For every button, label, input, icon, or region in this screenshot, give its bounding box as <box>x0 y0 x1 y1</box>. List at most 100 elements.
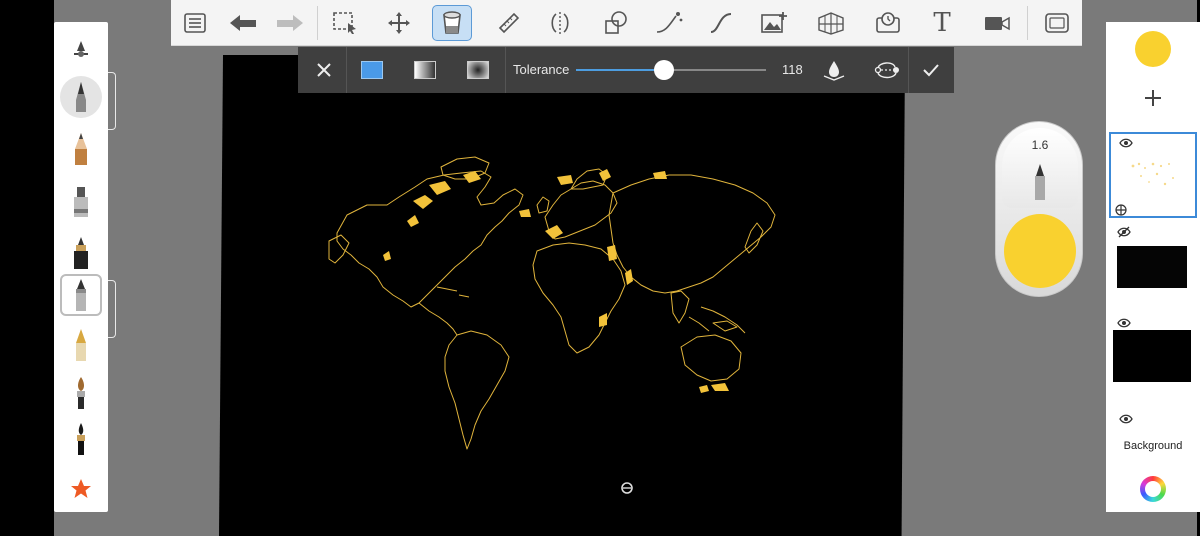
south-america-outline <box>444 330 510 450</box>
tolerance-slider-fill <box>576 69 664 71</box>
north-america-outline <box>336 170 524 308</box>
brush-palette <box>54 22 108 512</box>
fill-hudson-patch <box>407 215 419 227</box>
radial-gradient-button[interactable] <box>462 47 494 93</box>
ruler-button[interactable] <box>489 5 529 41</box>
current-color-swatch[interactable] <box>1135 31 1171 67</box>
sample-layer-button[interactable] <box>816 47 852 93</box>
s-curve-icon <box>710 13 732 33</box>
fill-arctic-islands <box>429 181 451 195</box>
palette-tab-top[interactable] <box>108 72 116 130</box>
solid-fill-button[interactable] <box>356 47 388 93</box>
record-button[interactable] <box>977 5 1017 41</box>
brush-ballpoint[interactable] <box>60 274 102 316</box>
layer-dark-map[interactable] <box>1109 222 1197 308</box>
eye-icon[interactable] <box>1117 318 1131 328</box>
pencil-active-icon <box>76 82 86 112</box>
favorites-star-icon <box>71 479 91 498</box>
ballpoint-pen-icon <box>76 279 86 311</box>
symmetry-icon <box>551 12 569 34</box>
selection-button[interactable] <box>325 5 365 41</box>
layer-thumbnail <box>1113 330 1191 382</box>
brush-pencil-active[interactable] <box>60 76 102 118</box>
layer-background[interactable]: Background <box>1109 406 1197 462</box>
add-image-icon <box>761 12 787 33</box>
timelapse-button[interactable] <box>868 5 908 41</box>
eye-hidden-icon[interactable] <box>1117 226 1131 238</box>
fill-options-bar: Tolerance 118 <box>298 47 954 93</box>
selection-icon <box>333 12 356 34</box>
puck-color-swatch[interactable] <box>1004 214 1076 288</box>
symmetry-button[interactable] <box>540 5 580 41</box>
tolerance-slider[interactable] <box>576 60 766 80</box>
brush-marker[interactable] <box>60 180 102 222</box>
brush-airbrush[interactable] <box>60 232 102 274</box>
eye-icon[interactable] <box>1119 138 1133 148</box>
fullscreen-button[interactable] <box>1037 5 1077 41</box>
australia-outline <box>680 334 742 382</box>
transform-button[interactable] <box>379 5 419 41</box>
radial-gradient-icon <box>467 61 489 79</box>
tolerance-label: Tolerance <box>513 62 570 77</box>
layer-thumbnail <box>1117 246 1187 288</box>
fill-madagascar-patch <box>599 313 607 327</box>
layer-black[interactable] <box>1109 314 1197 400</box>
undo-button[interactable] <box>223 5 263 41</box>
text-icon: T <box>933 8 951 38</box>
solid-fill-icon <box>361 61 383 79</box>
fill-bar-divider <box>908 47 909 93</box>
checkmark-icon <box>923 64 939 77</box>
brush-puck[interactable]: 1.6 <box>995 121 1083 297</box>
central-america-outline <box>418 302 458 336</box>
brush-ink[interactable] <box>60 418 102 460</box>
layer-blend-icon[interactable] <box>1115 204 1127 216</box>
ruler-icon <box>498 12 520 34</box>
caribbean-outline <box>436 286 470 298</box>
linear-gradient-icon <box>414 61 436 79</box>
color-wheel-icon[interactable] <box>1140 476 1166 502</box>
plus-icon <box>1145 90 1161 106</box>
brush-paint[interactable] <box>60 372 102 414</box>
perspective-grid-icon <box>818 12 844 35</box>
alaska-outline <box>328 234 350 264</box>
add-image-button[interactable] <box>754 5 794 41</box>
layers-list-button[interactable] <box>175 5 215 41</box>
linear-gradient-button[interactable] <box>409 47 441 93</box>
drawing-canvas[interactable] <box>219 55 905 536</box>
brush-pencil[interactable] <box>60 128 102 170</box>
stroke-curve-icon <box>656 12 683 33</box>
timelapse-icon <box>876 12 900 33</box>
confirm-fill-button[interactable] <box>914 47 948 93</box>
eye-icon[interactable] <box>1119 414 1133 424</box>
palette-tab-bottom[interactable] <box>108 280 116 338</box>
paint-bucket-icon <box>443 11 461 34</box>
brush-size-value: 1.6 <box>1031 138 1049 152</box>
paint-brush-icon <box>77 377 85 409</box>
fill-caspian-patch <box>607 245 617 261</box>
screen-edge-left <box>0 0 54 536</box>
sample-layer-icon <box>823 61 845 81</box>
fill-gulf-mexico-patch <box>383 251 391 261</box>
puck-brush-icon <box>1035 164 1045 200</box>
redo-button[interactable] <box>270 5 310 41</box>
favorites-button[interactable] <box>60 468 102 510</box>
brush-fountain-pen[interactable] <box>60 324 102 366</box>
brush-settings-button[interactable] <box>60 28 102 70</box>
background-layer-label: Background <box>1123 440 1183 452</box>
uk-outline <box>536 196 550 214</box>
close-fill-button[interactable] <box>306 47 342 93</box>
fill-bar-divider <box>346 47 347 93</box>
fill-tool-button[interactable] <box>432 5 472 41</box>
text-button[interactable]: T <box>922 5 962 41</box>
tolerance-slider-handle[interactable] <box>654 60 674 80</box>
gradient-transform-button[interactable] <box>868 47 906 93</box>
world-map-drawing <box>328 156 776 450</box>
layer-map-outline[interactable] <box>1109 132 1197 218</box>
shapes-button[interactable] <box>596 5 636 41</box>
puck-size-control[interactable]: 1.6 <box>1002 128 1078 208</box>
stroke-button[interactable] <box>649 5 689 41</box>
curve-button[interactable] <box>701 5 741 41</box>
add-layer-button[interactable] <box>1139 84 1167 112</box>
perspective-button[interactable] <box>811 5 851 41</box>
canvas-rotate-icon[interactable] <box>620 481 634 495</box>
